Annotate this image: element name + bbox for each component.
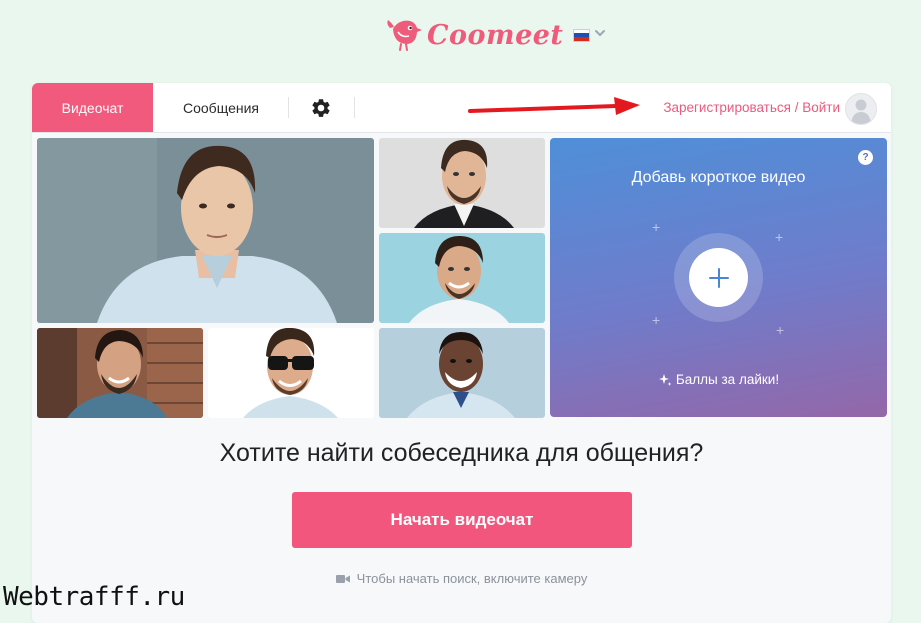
sparkle-decoration-icon: + — [775, 229, 784, 245]
profile-photo[interactable] — [379, 328, 545, 418]
register-login-link[interactable]: Зарегистрироваться / Войти — [632, 83, 840, 132]
user-silhouette-icon — [851, 99, 871, 124]
add-video-panel[interactable]: ? Добавь короткое видео + + + + Баллы за… — [550, 138, 887, 417]
top-nav: Видеочат Сообщения Зарегистрироваться / … — [32, 83, 891, 133]
profile-photo[interactable] — [37, 328, 203, 418]
start-videochat-button[interactable]: Начать видеочат — [292, 492, 632, 548]
camera-hint-text: Чтобы начать поиск, включите камеру — [356, 571, 588, 586]
likes-bonus-text: Баллы за лайки! — [675, 372, 780, 387]
add-video-title: Добавь короткое видео — [631, 169, 806, 186]
annotation-arrow-icon — [468, 97, 640, 115]
profile-photo[interactable] — [379, 233, 545, 323]
headline: Хотите найти собеседника для общения? — [219, 439, 704, 467]
watermark: Webtrafff.ru — [3, 582, 185, 612]
nav-divider — [288, 97, 289, 118]
profile-photo[interactable] — [379, 138, 545, 228]
plus-icon — [708, 267, 729, 288]
sparkle-decoration-icon: + — [776, 322, 785, 338]
brand-name: Coomeet — [427, 19, 564, 51]
user-avatar-icon[interactable] — [845, 93, 877, 125]
sparkle-decoration-icon: + — [652, 312, 661, 328]
russian-flag-icon[interactable] — [573, 28, 591, 42]
brand-logo[interactable]: Coomeet — [385, 15, 606, 55]
help-icon[interactable]: ? — [858, 150, 873, 165]
profile-photo-large[interactable] — [37, 138, 374, 323]
nav-divider — [354, 97, 355, 118]
sparkle-icon — [658, 373, 672, 386]
sparkle-decoration-icon: + — [652, 219, 661, 235]
tab-messages[interactable]: Сообщения — [167, 83, 275, 132]
profile-photo[interactable] — [208, 328, 374, 418]
gear-icon[interactable] — [310, 97, 332, 119]
add-video-button[interactable] — [689, 248, 748, 307]
chevron-down-icon[interactable] — [594, 27, 606, 39]
camera-icon — [335, 574, 350, 583]
bird-logo-icon — [387, 20, 422, 51]
main-card: Видеочат Сообщения Зарегистрироваться / … — [32, 83, 891, 623]
tab-videochat[interactable]: Видеочат — [32, 83, 153, 132]
likes-bonus: Баллы за лайки! — [550, 372, 887, 387]
